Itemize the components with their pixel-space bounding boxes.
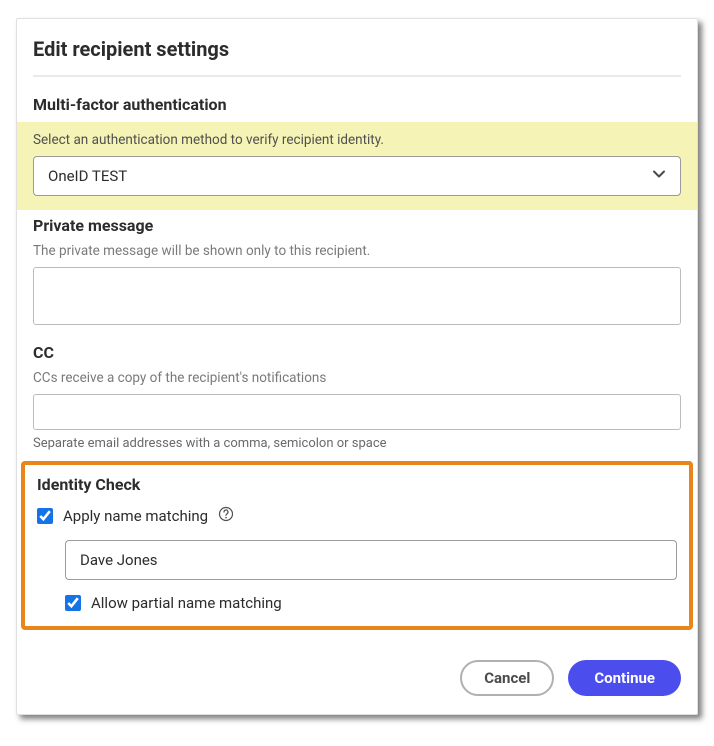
identity-heading: Identity Check	[37, 475, 677, 494]
cc-heading: CC	[33, 343, 681, 362]
name-matching-input[interactable]	[65, 540, 677, 580]
apply-name-matching-label: Apply name matching	[63, 507, 208, 525]
divider	[33, 75, 681, 77]
apply-name-matching-checkbox[interactable]	[37, 508, 53, 524]
allow-partial-label: Allow partial name matching	[91, 594, 282, 612]
mfa-heading: Multi-factor authentication	[33, 95, 681, 114]
cancel-button[interactable]: Cancel	[460, 660, 554, 696]
dialog-title: Edit recipient settings	[33, 33, 681, 75]
private-message-heading: Private message	[33, 216, 681, 235]
private-message-input[interactable]	[33, 267, 681, 325]
private-message-helper: The private message will be shown only t…	[33, 243, 681, 259]
allow-partial-checkbox[interactable]	[65, 595, 81, 611]
mfa-helper: Select an authentication method to verif…	[33, 132, 681, 148]
identity-check-panel: Identity Check Apply name matching Allow	[21, 461, 693, 630]
cc-helper: CCs receive a copy of the recipient's no…	[33, 370, 681, 386]
help-icon[interactable]	[218, 506, 234, 526]
mfa-highlight: Select an authentication method to verif…	[17, 122, 697, 210]
mfa-method-select[interactable]: OneID TEST	[33, 156, 681, 196]
continue-button[interactable]: Continue	[568, 660, 681, 696]
cc-input[interactable]	[33, 394, 681, 430]
edit-recipient-dialog: Edit recipient settings Multi-factor aut…	[16, 18, 698, 715]
mfa-selected-value: OneID TEST	[48, 167, 127, 185]
dialog-footer: Cancel Continue	[17, 630, 697, 696]
cc-hint: Separate email addresses with a comma, s…	[33, 436, 681, 451]
